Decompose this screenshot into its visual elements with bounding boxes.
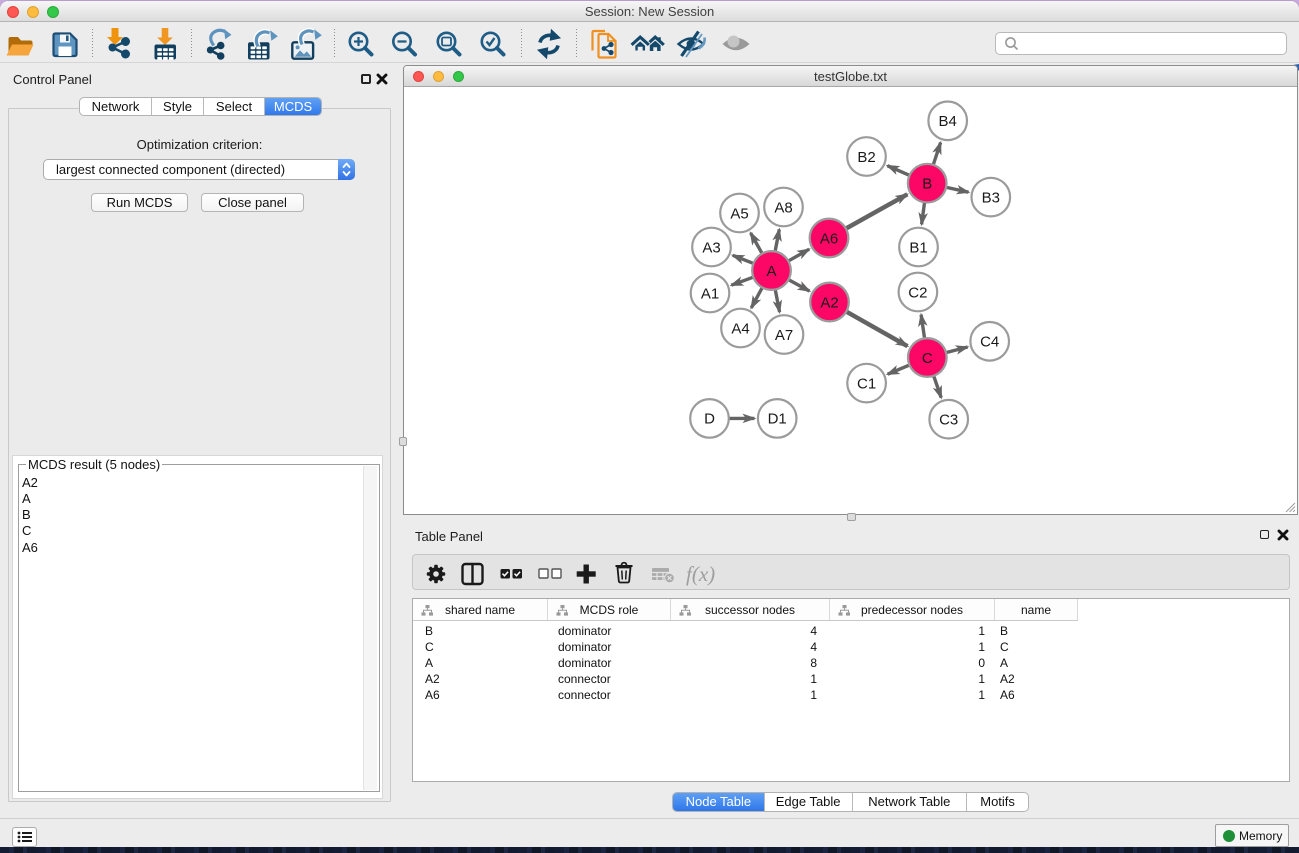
svg-text:f(x): f(x) bbox=[686, 562, 715, 586]
svg-text:B2: B2 bbox=[857, 149, 875, 166]
svg-text:A5: A5 bbox=[730, 205, 748, 222]
svg-text:A4: A4 bbox=[731, 320, 749, 337]
svg-text:A7: A7 bbox=[775, 327, 793, 344]
svg-text:A2: A2 bbox=[820, 294, 838, 311]
svg-text:D: D bbox=[704, 411, 715, 428]
svg-text:A3: A3 bbox=[702, 239, 720, 256]
svg-text:B3: B3 bbox=[982, 189, 1000, 206]
svg-text:B1: B1 bbox=[909, 239, 927, 256]
svg-text:C2: C2 bbox=[908, 284, 927, 301]
svg-text:A: A bbox=[766, 263, 776, 280]
svg-text:A1: A1 bbox=[701, 285, 719, 302]
svg-text:C: C bbox=[922, 350, 933, 367]
svg-text:C1: C1 bbox=[857, 375, 876, 392]
svg-text:C4: C4 bbox=[980, 334, 999, 351]
svg-text:B4: B4 bbox=[939, 113, 957, 130]
svg-text:D1: D1 bbox=[768, 411, 787, 428]
svg-text:A8: A8 bbox=[774, 199, 792, 216]
svg-text:A6: A6 bbox=[820, 230, 838, 247]
svg-text:B: B bbox=[922, 176, 932, 193]
svg-text:C3: C3 bbox=[939, 412, 958, 429]
